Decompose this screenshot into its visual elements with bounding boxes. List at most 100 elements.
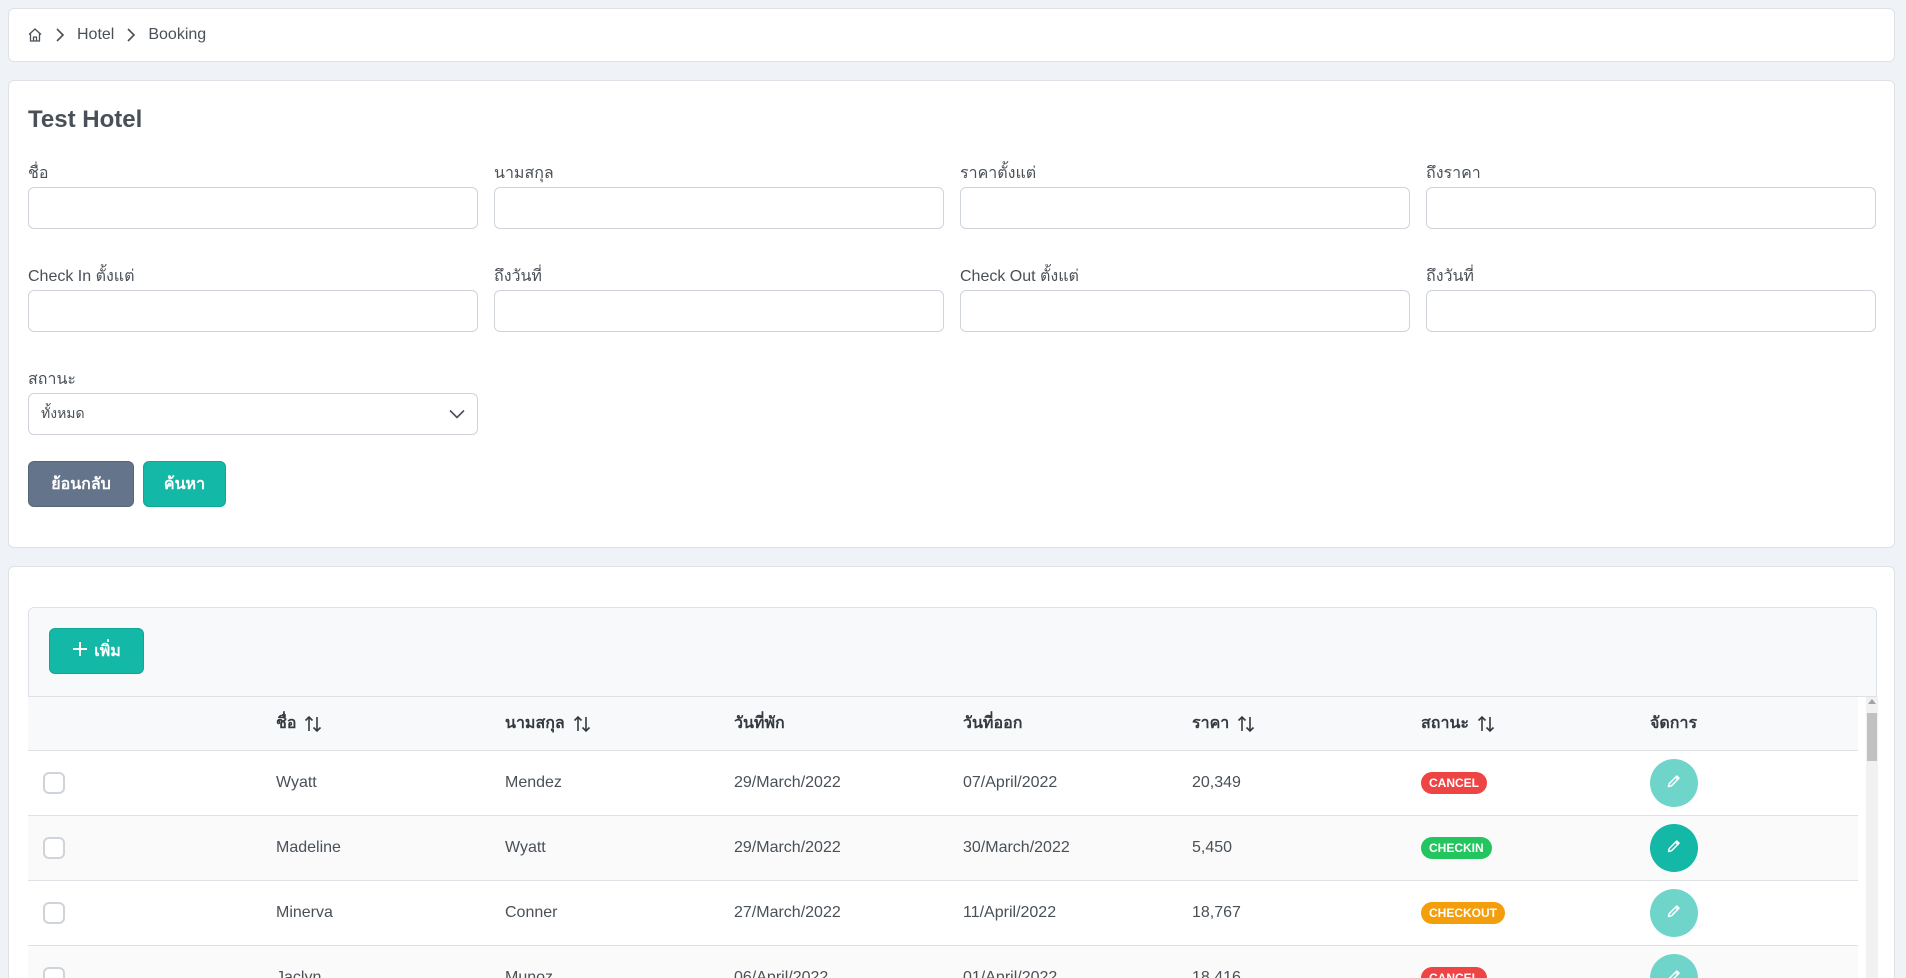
header-first-name[interactable]: ชื่อ (276, 697, 322, 750)
checkin-to-input[interactable] (494, 290, 944, 332)
header-actions-label: จัดการ (1650, 715, 1698, 732)
sort-icon[interactable] (573, 715, 591, 733)
booking-table-panel: เพิ่ม ชื่อ นามสกุล วันที่พัก วันที่ออก ร… (8, 566, 1895, 978)
last-name-label: นามสกุล (494, 165, 554, 182)
booking-table: ชื่อ นามสกุล วันที่พัก วันที่ออก ราคา สถ… (28, 697, 1858, 978)
page-title: Test Hotel (28, 106, 143, 133)
table-toolbar: เพิ่ม (28, 607, 1877, 697)
checkout-from-input[interactable] (960, 290, 1410, 332)
header-last-name-label: นามสกุล (505, 715, 565, 732)
cell-checkout: 01/April/2022 (963, 969, 1058, 978)
price-to-label: ถึงราคา (1426, 165, 1481, 182)
cell-first-name: Wyatt (276, 774, 317, 791)
header-checkout: วันที่ออก (963, 697, 1022, 750)
checkout-to-field: ถึงวันที่ (1426, 264, 1876, 332)
status-select[interactable]: ทั้งหมด (28, 393, 478, 435)
status-badge: CHECKOUT (1421, 902, 1505, 924)
sort-icon[interactable] (304, 715, 322, 733)
first-name-input[interactable] (28, 187, 478, 229)
table-row: Jaclyn Munoz 06/April/2022 01/April/2022… (28, 946, 1858, 978)
status-badge: CHECKIN (1421, 837, 1492, 859)
search-button[interactable]: ค้นหา (143, 461, 226, 507)
breadcrumb-item-booking[interactable]: Booking (148, 26, 206, 44)
cell-first-name: Jaclyn (276, 969, 322, 978)
table-row: Wyatt Mendez 29/March/2022 07/April/2022… (28, 751, 1858, 816)
header-price[interactable]: ราคา (1192, 697, 1255, 750)
table-row: Madeline Wyatt 29/March/2022 30/March/20… (28, 816, 1858, 881)
checkout-to-label: ถึงวันที่ (1426, 268, 1474, 285)
header-status[interactable]: สถานะ (1421, 697, 1495, 750)
header-status-label: สถานะ (1421, 715, 1469, 732)
checkin-from-label: Check In ตั้งแต่ (28, 268, 135, 285)
status-select-value: ทั้งหมด (41, 405, 85, 421)
status-badge: CANCEL (1421, 967, 1487, 978)
pencil-icon (1666, 968, 1682, 978)
checkout-from-field: Check Out ตั้งแต่ (960, 264, 1410, 332)
header-checkin: วันที่พัก (734, 697, 785, 750)
add-button[interactable]: เพิ่ม (49, 628, 144, 674)
cell-checkout: 11/April/2022 (963, 904, 1057, 921)
edit-button[interactable] (1650, 759, 1698, 807)
cell-checkin: 27/March/2022 (734, 904, 841, 921)
scroll-up-icon[interactable] (1868, 699, 1876, 704)
cell-first-name: Madeline (276, 839, 341, 856)
home-icon[interactable] (27, 27, 43, 43)
header-checkin-label: วันที่พัก (734, 715, 785, 732)
edit-button[interactable] (1650, 954, 1698, 978)
header-price-label: ราคา (1192, 715, 1230, 732)
header-first-name-label: ชื่อ (276, 715, 297, 732)
row-checkbox[interactable] (43, 902, 65, 924)
add-button-label: เพิ่ม (94, 642, 121, 660)
sort-icon[interactable] (1477, 715, 1495, 733)
price-from-label: ราคาตั้งแต่ (960, 165, 1037, 182)
table-scrollbar[interactable] (1866, 697, 1878, 978)
checkin-to-field: ถึงวันที่ (494, 264, 944, 332)
status-field: สถานะ ทั้งหมด (28, 367, 478, 435)
cell-last-name: Conner (505, 904, 558, 921)
last-name-input[interactable] (494, 187, 944, 229)
cell-price: 20,349 (1192, 774, 1241, 791)
status-label: สถานะ (28, 371, 76, 388)
checkin-from-input[interactable] (28, 290, 478, 332)
checkin-to-label: ถึงวันที่ (494, 268, 542, 285)
chevron-right-icon (55, 28, 65, 42)
checkout-to-input[interactable] (1426, 290, 1876, 332)
row-checkbox[interactable] (43, 967, 65, 978)
price-from-field: ราคาตั้งแต่ (960, 161, 1410, 229)
first-name-label: ชื่อ (28, 165, 49, 182)
edit-button[interactable] (1650, 824, 1698, 872)
pencil-icon (1666, 838, 1682, 859)
breadcrumb-item-hotel[interactable]: Hotel (77, 26, 114, 44)
cell-price: 18,767 (1192, 904, 1241, 921)
chevron-down-icon (449, 406, 465, 422)
cell-price: 18,416 (1192, 969, 1241, 978)
row-checkbox[interactable] (43, 772, 65, 794)
cell-last-name: Wyatt (505, 839, 546, 856)
price-to-input[interactable] (1426, 187, 1876, 229)
cell-checkin: 06/April/2022 (734, 969, 829, 978)
last-name-field: นามสกุล (494, 161, 944, 229)
back-button[interactable]: ย้อนกลับ (28, 461, 134, 507)
table-row: Minerva Conner 27/March/2022 11/April/20… (28, 881, 1858, 946)
cell-last-name: Mendez (505, 774, 562, 791)
cell-price: 5,450 (1192, 839, 1233, 856)
cell-checkout: 07/April/2022 (963, 774, 1058, 791)
checkin-from-field: Check In ตั้งแต่ (28, 264, 478, 332)
cell-last-name: Munoz (505, 969, 554, 978)
price-from-input[interactable] (960, 187, 1410, 229)
breadcrumb: Hotel Booking (8, 8, 1895, 62)
cell-checkin: 29/March/2022 (734, 839, 841, 856)
first-name-field: ชื่อ (28, 161, 478, 229)
sort-icon[interactable] (1237, 715, 1255, 733)
pencil-icon (1666, 903, 1682, 924)
header-actions: จัดการ (1650, 697, 1697, 750)
row-checkbox[interactable] (43, 837, 65, 859)
status-badge: CANCEL (1421, 772, 1487, 794)
cell-checkout: 30/March/2022 (963, 839, 1070, 856)
scrollbar-thumb[interactable] (1867, 713, 1877, 761)
header-last-name[interactable]: นามสกุล (505, 697, 591, 750)
plus-icon (72, 641, 88, 662)
header-checkout-label: วันที่ออก (963, 715, 1023, 732)
edit-button[interactable] (1650, 889, 1698, 937)
checkout-from-label: Check Out ตั้งแต่ (960, 268, 1079, 285)
